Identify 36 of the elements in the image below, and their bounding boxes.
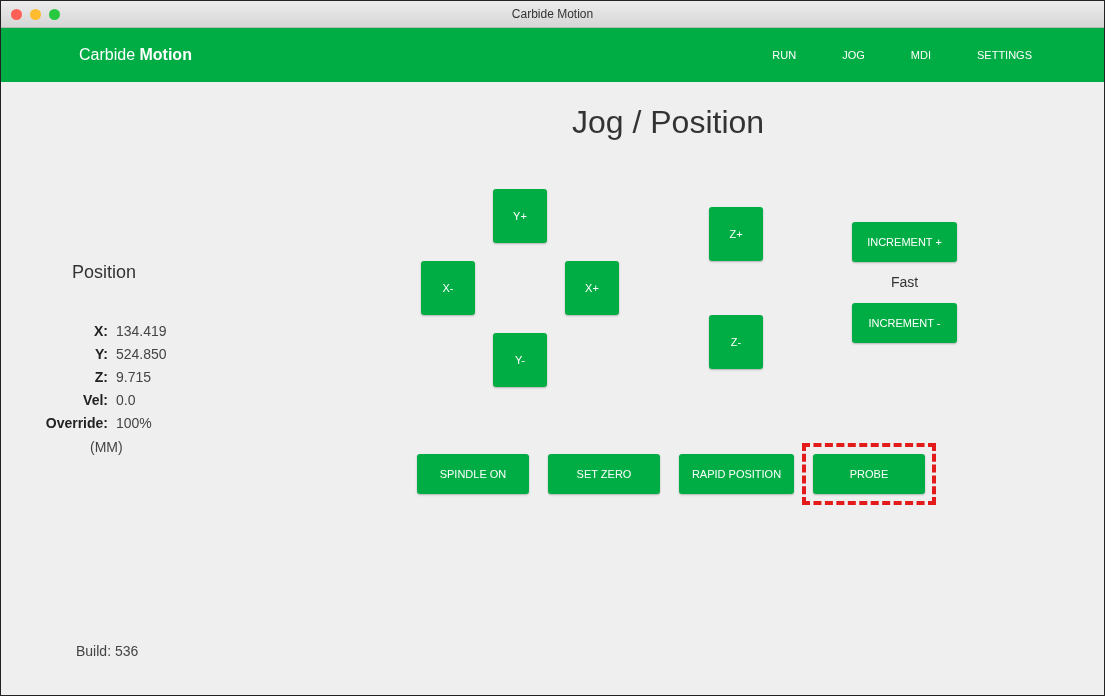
action-button[interactable]: SPINDLE ON — [417, 454, 529, 494]
page-title: Jog / Position — [572, 104, 766, 141]
action-button[interactable]: PROBE — [813, 454, 925, 494]
window-control-icon[interactable] — [49, 8, 60, 20]
reading-label: Override: — [44, 415, 108, 431]
reading-label: Z: — [93, 369, 108, 385]
jog-button[interactable]: X+ — [565, 261, 619, 315]
nav-link[interactable]: SETTINGS — [977, 45, 1032, 65]
reading-label: Vel: — [82, 392, 108, 408]
reading-value: 9.715 — [116, 369, 153, 385]
units-label: (MM) — [90, 439, 124, 455]
action-button[interactable]: SET ZERO — [548, 454, 660, 494]
nav-link[interactable]: MDI — [910, 45, 931, 65]
jog-button[interactable]: Y+ — [493, 189, 547, 243]
jog-button[interactable]: Z- — [709, 315, 763, 369]
reading-label: Y: — [94, 346, 108, 362]
build-number: Build: 536 — [76, 643, 140, 659]
action-button[interactable]: RAPID POSITION — [679, 454, 794, 494]
window-control-icon[interactable] — [11, 8, 22, 20]
nav-link[interactable]: JOG — [842, 45, 865, 65]
reading-value: 524.850 — [116, 346, 168, 362]
jog-button[interactable]: Y- — [493, 333, 547, 387]
app-logo: Carbide Motion — [79, 46, 192, 64]
increment-up-button[interactable]: INCREMENT + — [852, 222, 957, 262]
increment-down-button[interactable]: INCREMENT - — [852, 303, 957, 343]
window-control-icon[interactable] — [30, 8, 41, 20]
reading-value: 100% — [116, 415, 153, 431]
window-title: Carbide Motion — [511, 7, 594, 21]
jog-button[interactable]: Z+ — [709, 207, 763, 261]
jog-button[interactable]: X- — [421, 261, 475, 315]
speed-label: Fast — [890, 274, 919, 290]
reading-value: 134.419 — [116, 323, 168, 339]
panel-title: Position — [72, 262, 138, 283]
nav-link[interactable]: RUN — [772, 45, 797, 65]
reading-label: X: — [93, 323, 108, 339]
reading-value: 0.0 — [116, 392, 137, 408]
